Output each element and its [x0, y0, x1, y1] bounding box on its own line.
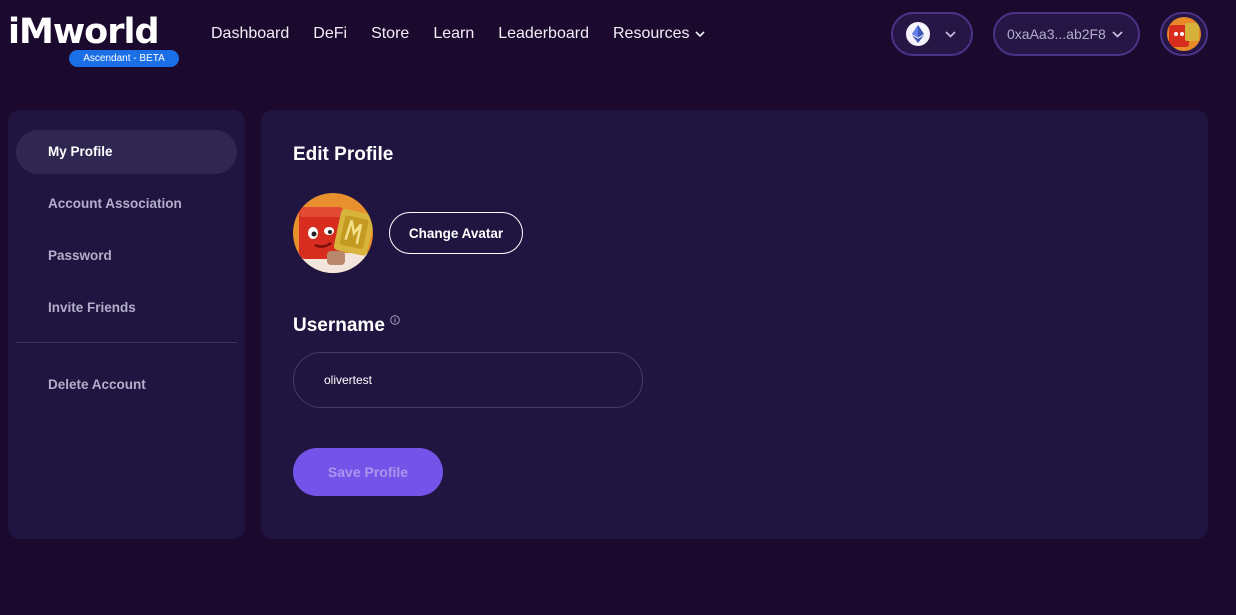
sidebar-item-invite-friends[interactable]: Invite Friends [16, 286, 237, 330]
main-nav: Dashboard DeFi Store Learn Leaderboard R… [199, 22, 717, 46]
ethereum-icon [906, 22, 930, 46]
beta-badge: Ascendant - BETA [69, 50, 179, 67]
nav-leaderboard[interactable]: Leaderboard [498, 22, 589, 46]
edit-profile-panel: Edit Profile Change Avatar Username Save… [261, 110, 1208, 539]
sidebar-item-password[interactable]: Password [16, 234, 237, 278]
username-input[interactable] [293, 352, 643, 408]
top-navbar: iMworld Ascendant - BETA Dashboard DeFi … [0, 0, 1236, 70]
imworld-logo[interactable]: iMworld Ascendant - BETA [8, 12, 183, 68]
nav-defi[interactable]: DeFi [313, 22, 347, 46]
sidebar-item-delete-account[interactable]: Delete Account [16, 363, 237, 407]
info-icon[interactable] [390, 315, 400, 325]
profile-avatar [293, 193, 373, 273]
nav-resources[interactable]: Resources [613, 22, 706, 46]
sidebar-item-account-association[interactable]: Account Association [16, 182, 237, 226]
logo-wordmark: iMworld [8, 12, 160, 52]
chevron-down-icon [945, 30, 956, 38]
chevron-down-icon [695, 31, 706, 37]
nav-dashboard[interactable]: Dashboard [211, 22, 289, 46]
settings-sidebar: My Profile Account Association Password … [8, 110, 245, 539]
save-profile-button[interactable]: Save Profile [293, 448, 443, 496]
sidebar-divider [16, 342, 237, 343]
change-avatar-button[interactable]: Change Avatar [389, 212, 523, 254]
network-selector[interactable] [891, 12, 973, 56]
wallet-dropdown[interactable]: 0xaAa3...ab2F8 [993, 12, 1140, 56]
nav-store[interactable]: Store [371, 22, 409, 46]
nav-learn[interactable]: Learn [433, 22, 474, 46]
wallet-address: 0xaAa3...ab2F8 [1007, 26, 1106, 42]
user-avatar-button[interactable] [1160, 12, 1208, 56]
chevron-down-icon [1112, 30, 1123, 38]
avatar [1167, 17, 1201, 51]
sidebar-item-my-profile[interactable]: My Profile [16, 130, 237, 174]
username-label: Username [293, 315, 385, 336]
page-title: Edit Profile [293, 144, 394, 165]
